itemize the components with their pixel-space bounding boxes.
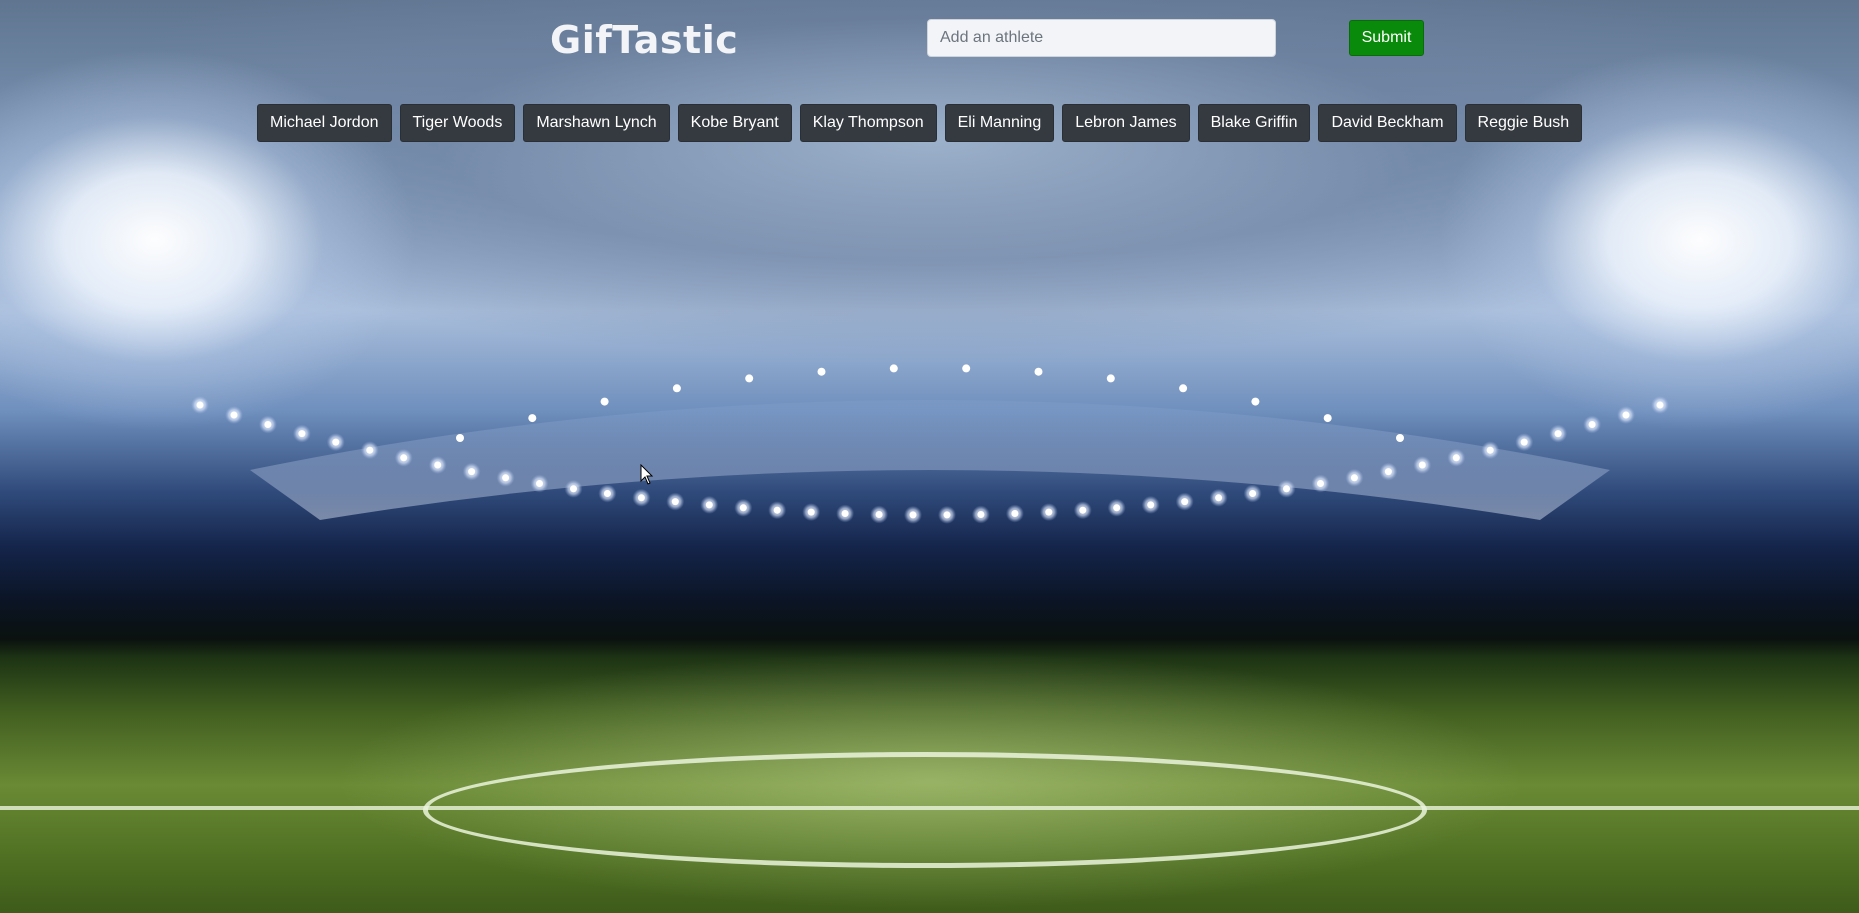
athlete-button-tiger-woods[interactable]: Tiger Woods: [399, 104, 516, 142]
stadium-lamp-core: [1317, 480, 1324, 487]
stadium-lamp-core: [739, 504, 747, 512]
stadium-lamp-core: [434, 461, 442, 469]
stadium-lamp-upper: [1323, 414, 1332, 423]
stadium-lamp-core: [1181, 498, 1189, 506]
stadium-lamp-core: [1113, 504, 1121, 512]
athlete-button-klay-thompson[interactable]: Klay Thompson: [799, 104, 937, 142]
stadium-lamp-core: [1384, 468, 1392, 476]
stadium-lamp-core: [298, 430, 306, 438]
stadium-lamp-core: [773, 506, 781, 514]
stadium-lamp-core: [1452, 454, 1460, 462]
stadium-lamp-core: [366, 446, 374, 454]
stadium-lamp-upper: [889, 364, 898, 373]
stadium-lamp-core: [1249, 490, 1257, 497]
stadium-lamp-upper: [672, 384, 681, 393]
athlete-button-lebron-james[interactable]: Lebron James: [1062, 104, 1190, 142]
stadium-lamp-core: [1656, 401, 1664, 409]
stadium-lamp-core: [230, 411, 238, 419]
stadium-lamp-core: [332, 438, 340, 446]
stadium-lamp-core: [705, 501, 713, 509]
stadium-lamp-core: [1283, 485, 1290, 493]
stadium-lamp-core: [196, 401, 204, 409]
stadium-lamp-core: [841, 510, 849, 517]
stadium-lamp-core: [977, 511, 985, 518]
stadium-lamp-upper: [528, 414, 537, 423]
stadium-lamp-core: [807, 508, 815, 516]
stadium-lamp-upper: [1251, 397, 1260, 406]
submit-button[interactable]: Submit: [1349, 20, 1424, 56]
athlete-button-eli-manning[interactable]: Eli Manning: [944, 104, 1055, 142]
stadium-lamp-core: [1418, 461, 1426, 469]
stadium-lamp-core: [1486, 446, 1494, 454]
athlete-button-reggie-bush[interactable]: Reggie Bush: [1464, 104, 1583, 142]
stadium-lamp-core: [1622, 411, 1630, 419]
stadium-lamp-core: [1045, 508, 1053, 516]
athlete-button-marshawn-lynch[interactable]: Marshawn Lynch: [523, 104, 670, 142]
stadium-lamp-core: [1350, 474, 1358, 482]
stadium-lamp-upper: [1034, 367, 1043, 376]
stadium-background: GifTastic Submit Michael Jordon Tiger Wo…: [0, 0, 1859, 913]
stadium-lamp-core: [1147, 501, 1155, 509]
stadium-lamp-core: [502, 474, 510, 482]
stadium-lamp-core: [400, 454, 408, 462]
stadium-lamp-core: [1011, 510, 1019, 517]
athlete-button-bar: Michael Jordon Tiger Woods Marshawn Lync…: [257, 104, 1583, 142]
stadium-lamp-core: [637, 494, 645, 502]
athlete-button-michael-jordon[interactable]: Michael Jordon: [257, 104, 392, 142]
stadium-lamp-core: [1588, 421, 1596, 428]
stadium-lamp-core: [1079, 506, 1087, 514]
stadium-lamp-upper: [1396, 434, 1404, 442]
stadium-lamp-core: [909, 511, 917, 519]
athlete-button-david-beckham[interactable]: David Beckham: [1318, 104, 1457, 142]
stadium-lamp-core: [943, 511, 951, 519]
stadium-lamp-core: [468, 468, 476, 476]
athlete-button-blake-griffin[interactable]: Blake Griffin: [1197, 104, 1311, 142]
athlete-button-kobe-bryant[interactable]: Kobe Bryant: [677, 104, 792, 142]
mouse-pointer-icon: [640, 464, 654, 485]
stadium-lamp-upper: [745, 374, 754, 383]
stadium-lamp-core: [264, 421, 272, 428]
stadium-lamp-core: [1554, 430, 1562, 438]
stadium-lamp-core: [875, 511, 883, 518]
athlete-search-input[interactable]: [927, 19, 1276, 57]
stadium-lamp-upper: [1106, 374, 1115, 383]
stadium-lamp-core: [570, 485, 577, 493]
stadium-lamp-core: [536, 480, 543, 487]
stadium-lamp-upper: [962, 364, 971, 373]
stadium-lamp-upper: [1179, 384, 1188, 393]
stadium-lamp-upper: [817, 367, 826, 376]
stadium-lamp-core: [603, 490, 611, 497]
stadium-lamp-core: [1520, 438, 1528, 446]
stadium-lamp-core: [1215, 494, 1223, 502]
stadium-lamp-upper: [456, 434, 464, 442]
page-title: GifTastic: [550, 18, 739, 62]
center-circle: [423, 752, 1427, 868]
stadium-lamp-upper: [600, 397, 609, 406]
stadium-lamp-core: [671, 498, 679, 506]
